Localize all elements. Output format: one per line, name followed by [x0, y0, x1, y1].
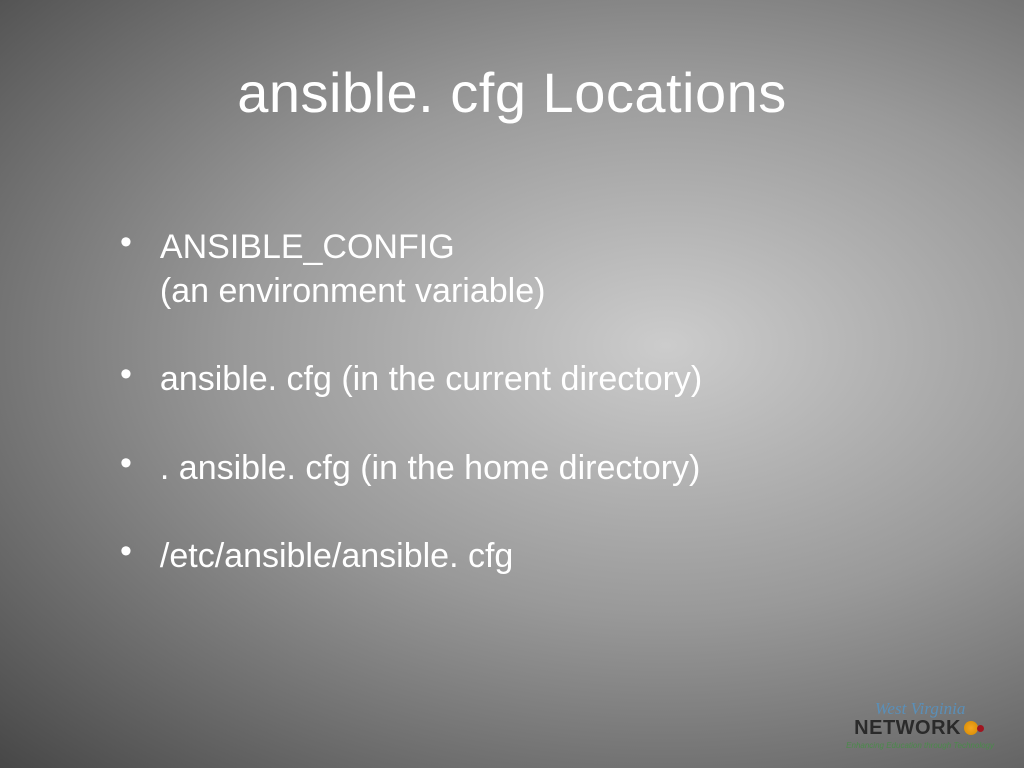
bullet-icon: •	[120, 225, 132, 259]
slide-container: ansible. cfg Locations • ANSIBLE_CONFIG …	[0, 0, 1024, 768]
bullet-line: . ansible. cfg (in the home directory)	[160, 446, 700, 490]
logo-tagline: Enhancing Education through Technology	[846, 741, 994, 750]
bullet-icon: •	[120, 357, 132, 391]
bullet-text: ANSIBLE_CONFIG (an environment variable)	[160, 225, 546, 313]
logo-main-text: NETWORK	[854, 717, 986, 740]
bullet-line: /etc/ansible/ansible. cfg	[160, 534, 513, 578]
list-item: • ANSIBLE_CONFIG (an environment variabl…	[120, 225, 924, 313]
bullet-text: . ansible. cfg (in the home directory)	[160, 446, 700, 490]
logo: West Virginia NETWORK Enhancing Educatio…	[846, 699, 994, 750]
bullet-line: ANSIBLE_CONFIG	[160, 225, 546, 269]
bullet-text: /etc/ansible/ansible. cfg	[160, 534, 513, 578]
bullet-icon: •	[120, 534, 132, 568]
list-item: • ansible. cfg (in the current directory…	[120, 357, 924, 401]
bullet-line: (an environment variable)	[160, 269, 546, 313]
bullet-list: • ANSIBLE_CONFIG (an environment variabl…	[100, 225, 924, 578]
slide-title: ansible. cfg Locations	[100, 60, 924, 125]
logo-top-text: West Virginia	[875, 699, 966, 719]
list-item: • . ansible. cfg (in the home directory)	[120, 446, 924, 490]
logo-circles-icon	[964, 719, 986, 739]
bullet-icon: •	[120, 446, 132, 480]
logo-main-label: NETWORK	[854, 717, 961, 740]
list-item: • /etc/ansible/ansible. cfg	[120, 534, 924, 578]
bullet-text: ansible. cfg (in the current directory)	[160, 357, 702, 401]
bullet-line: ansible. cfg (in the current directory)	[160, 357, 702, 401]
